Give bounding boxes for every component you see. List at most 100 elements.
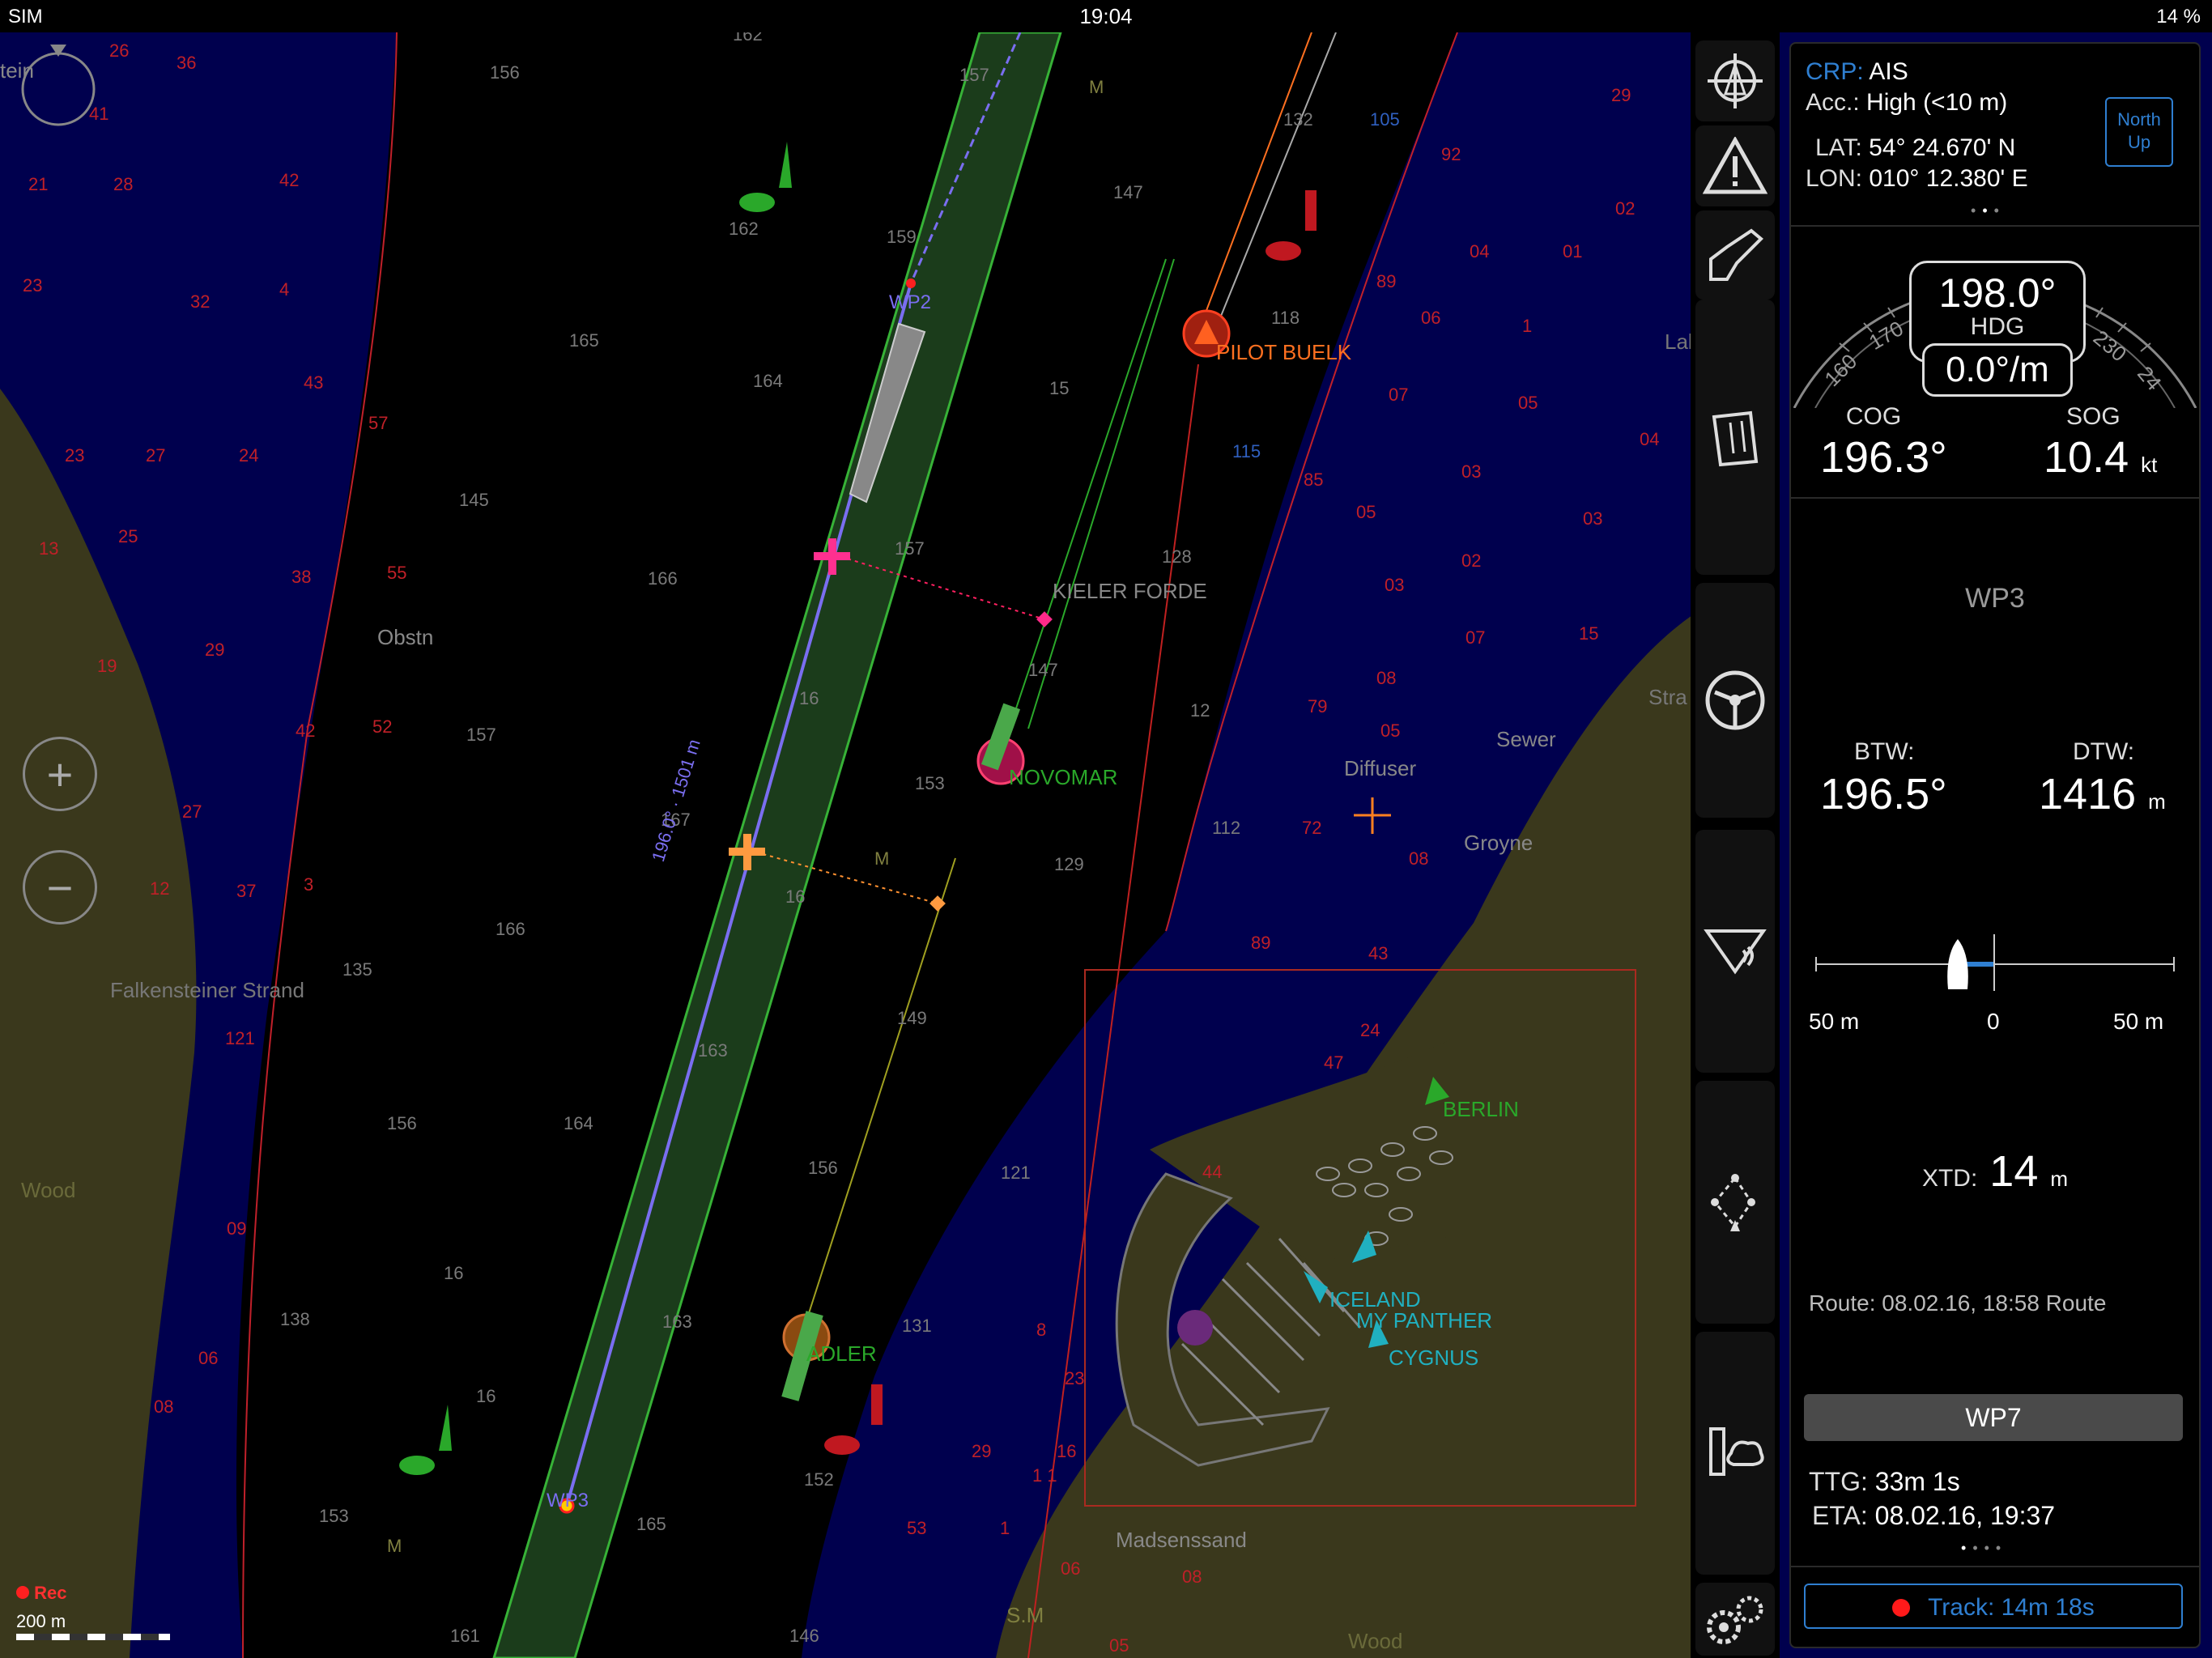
svg-text:128: 128 bbox=[1162, 546, 1192, 567]
xtd-value: 14 bbox=[1989, 1147, 2039, 1196]
ttg-value: 33m 1s bbox=[1874, 1467, 1960, 1496]
lat-value: 54° 24.670' N bbox=[1869, 134, 2016, 161]
xte-bar bbox=[1815, 934, 2175, 991]
zoom-out-button[interactable]: − bbox=[23, 850, 97, 925]
svg-text:02: 02 bbox=[1615, 198, 1635, 219]
label-wp3[interactable]: WP3 bbox=[547, 1490, 589, 1512]
waypoint-icon bbox=[1711, 1174, 1755, 1231]
svg-text:164: 164 bbox=[753, 371, 783, 391]
weather-button[interactable] bbox=[1695, 1332, 1775, 1575]
boat-marker-icon bbox=[1947, 939, 1968, 989]
svg-text:89: 89 bbox=[1376, 271, 1396, 291]
svg-text:52: 52 bbox=[372, 716, 392, 737]
ais-button[interactable] bbox=[1695, 830, 1775, 1073]
svg-text:05: 05 bbox=[1356, 502, 1376, 522]
lat-row: LAT: 54° 24.670' N bbox=[1815, 134, 2015, 162]
ttg-label: TTG: bbox=[1809, 1467, 1868, 1496]
label-my-panther[interactable]: MY PANTHER bbox=[1356, 1308, 1492, 1333]
svg-text:07: 07 bbox=[1465, 627, 1485, 648]
xte-left-label: 50 m bbox=[1809, 1009, 1860, 1034]
svg-text:04: 04 bbox=[1640, 429, 1659, 449]
svg-text:112: 112 bbox=[1212, 818, 1240, 838]
svg-text:79: 79 bbox=[1308, 696, 1327, 716]
settings-button[interactable] bbox=[1695, 1583, 1775, 1656]
steering-wheel-icon bbox=[1705, 670, 1765, 730]
waypoint-button[interactable] bbox=[1695, 1081, 1775, 1324]
svg-text:27: 27 bbox=[146, 445, 165, 466]
svg-text:29: 29 bbox=[205, 640, 224, 660]
crane-button[interactable] bbox=[1695, 210, 1775, 300]
svg-text:16: 16 bbox=[1057, 1441, 1076, 1461]
label-pilot-buelk[interactable]: PILOT BUELK bbox=[1216, 340, 1351, 365]
battery-level: 14 % bbox=[2156, 6, 2201, 28]
svg-text:16: 16 bbox=[444, 1263, 463, 1283]
svg-text:105: 105 bbox=[1370, 109, 1400, 130]
svg-text:121: 121 bbox=[1001, 1163, 1031, 1183]
label-stra: Stra bbox=[1648, 685, 1687, 709]
center-boat-button[interactable] bbox=[1695, 40, 1775, 121]
route-info: Route: 08.02.16, 18:58 Route bbox=[1809, 1290, 2107, 1316]
north-up-line1: North bbox=[2117, 109, 2161, 130]
svg-text:12: 12 bbox=[1190, 700, 1210, 721]
svg-text:89: 89 bbox=[1251, 933, 1270, 953]
svg-text:04: 04 bbox=[1470, 241, 1489, 261]
svg-text:29: 29 bbox=[972, 1441, 991, 1461]
dtw-value: 1416 bbox=[2039, 770, 2137, 818]
label-sewer: Sewer bbox=[1496, 727, 1556, 751]
svg-text:47: 47 bbox=[1324, 1052, 1343, 1073]
svg-text:146: 146 bbox=[789, 1626, 819, 1646]
crp-label: CRP: bbox=[1806, 58, 1864, 85]
svg-text:157: 157 bbox=[895, 538, 925, 559]
xtd-unit: m bbox=[2050, 1167, 2069, 1191]
ais-icon bbox=[1704, 929, 1767, 975]
svg-text:159: 159 bbox=[887, 227, 917, 247]
label-berlin[interactable]: BERLIN bbox=[1443, 1097, 1519, 1122]
svg-text:15: 15 bbox=[1579, 623, 1598, 644]
svg-text:06: 06 bbox=[1061, 1558, 1080, 1579]
warning-icon bbox=[1703, 137, 1767, 194]
label-novomar[interactable]: NOVOMAR bbox=[1009, 765, 1117, 790]
svg-text:42: 42 bbox=[279, 170, 299, 190]
svg-text:164: 164 bbox=[564, 1113, 593, 1133]
svg-text:166: 166 bbox=[648, 568, 678, 589]
svg-text:145: 145 bbox=[459, 490, 489, 510]
route-edit-button[interactable] bbox=[1695, 300, 1775, 575]
svg-text:06: 06 bbox=[1421, 308, 1440, 328]
next-waypoint-button[interactable]: WP7 bbox=[1804, 1394, 2183, 1441]
crane-icon bbox=[1709, 228, 1763, 281]
lon-value: 010° 12.380' E bbox=[1869, 165, 2028, 192]
svg-text:152: 152 bbox=[804, 1469, 834, 1490]
svg-text:3: 3 bbox=[304, 874, 313, 895]
label-wp2[interactable]: WP2 bbox=[889, 291, 931, 314]
svg-text:28: 28 bbox=[113, 174, 133, 194]
svg-text:05: 05 bbox=[1380, 721, 1400, 741]
label-falkensteiner: Falkensteiner Strand bbox=[110, 978, 304, 1002]
sog-label: SOG bbox=[2066, 403, 2121, 430]
svg-text:85: 85 bbox=[1304, 470, 1323, 490]
label-cygnus[interactable]: CYGNUS bbox=[1389, 1346, 1478, 1371]
autopilot-button[interactable] bbox=[1695, 583, 1775, 818]
label-kieler-forde[interactable]: KIELER FORDE bbox=[1053, 579, 1207, 604]
zoom-in-button[interactable]: + bbox=[23, 737, 97, 811]
track-button[interactable]: Track: 14m 18s bbox=[1804, 1584, 2183, 1629]
svg-text:92: 92 bbox=[1441, 144, 1461, 164]
track-label: Track: 14m 18s bbox=[1928, 1594, 2095, 1621]
settings-icon bbox=[1707, 1596, 1763, 1644]
eta-value: 08.02.16, 19:37 bbox=[1874, 1501, 2056, 1530]
rot-value: 0.0°/m bbox=[1946, 350, 2049, 389]
rec-label: Rec bbox=[34, 1583, 67, 1603]
center-boat-icon bbox=[1708, 53, 1763, 108]
svg-text:157: 157 bbox=[466, 725, 496, 745]
navigation-panel: CRP: AIS Acc.: High (<10 m) LAT: 54° 24.… bbox=[1789, 42, 2201, 1648]
svg-text:23: 23 bbox=[1065, 1368, 1084, 1388]
label-adler[interactable]: ADLER bbox=[806, 1341, 877, 1367]
svg-text:138: 138 bbox=[280, 1309, 310, 1329]
svg-text:163: 163 bbox=[662, 1312, 692, 1332]
xte-right-label: 50 m bbox=[2113, 1009, 2164, 1034]
north-up-button[interactable]: North Up bbox=[2105, 97, 2173, 167]
alarm-button[interactable] bbox=[1695, 125, 1775, 206]
sog-row: 10.4 kt bbox=[2044, 432, 2157, 483]
btw-label: BTW: bbox=[1854, 738, 1915, 765]
scale-label: 200 m bbox=[16, 1611, 66, 1631]
svg-text:8: 8 bbox=[1036, 1320, 1046, 1340]
